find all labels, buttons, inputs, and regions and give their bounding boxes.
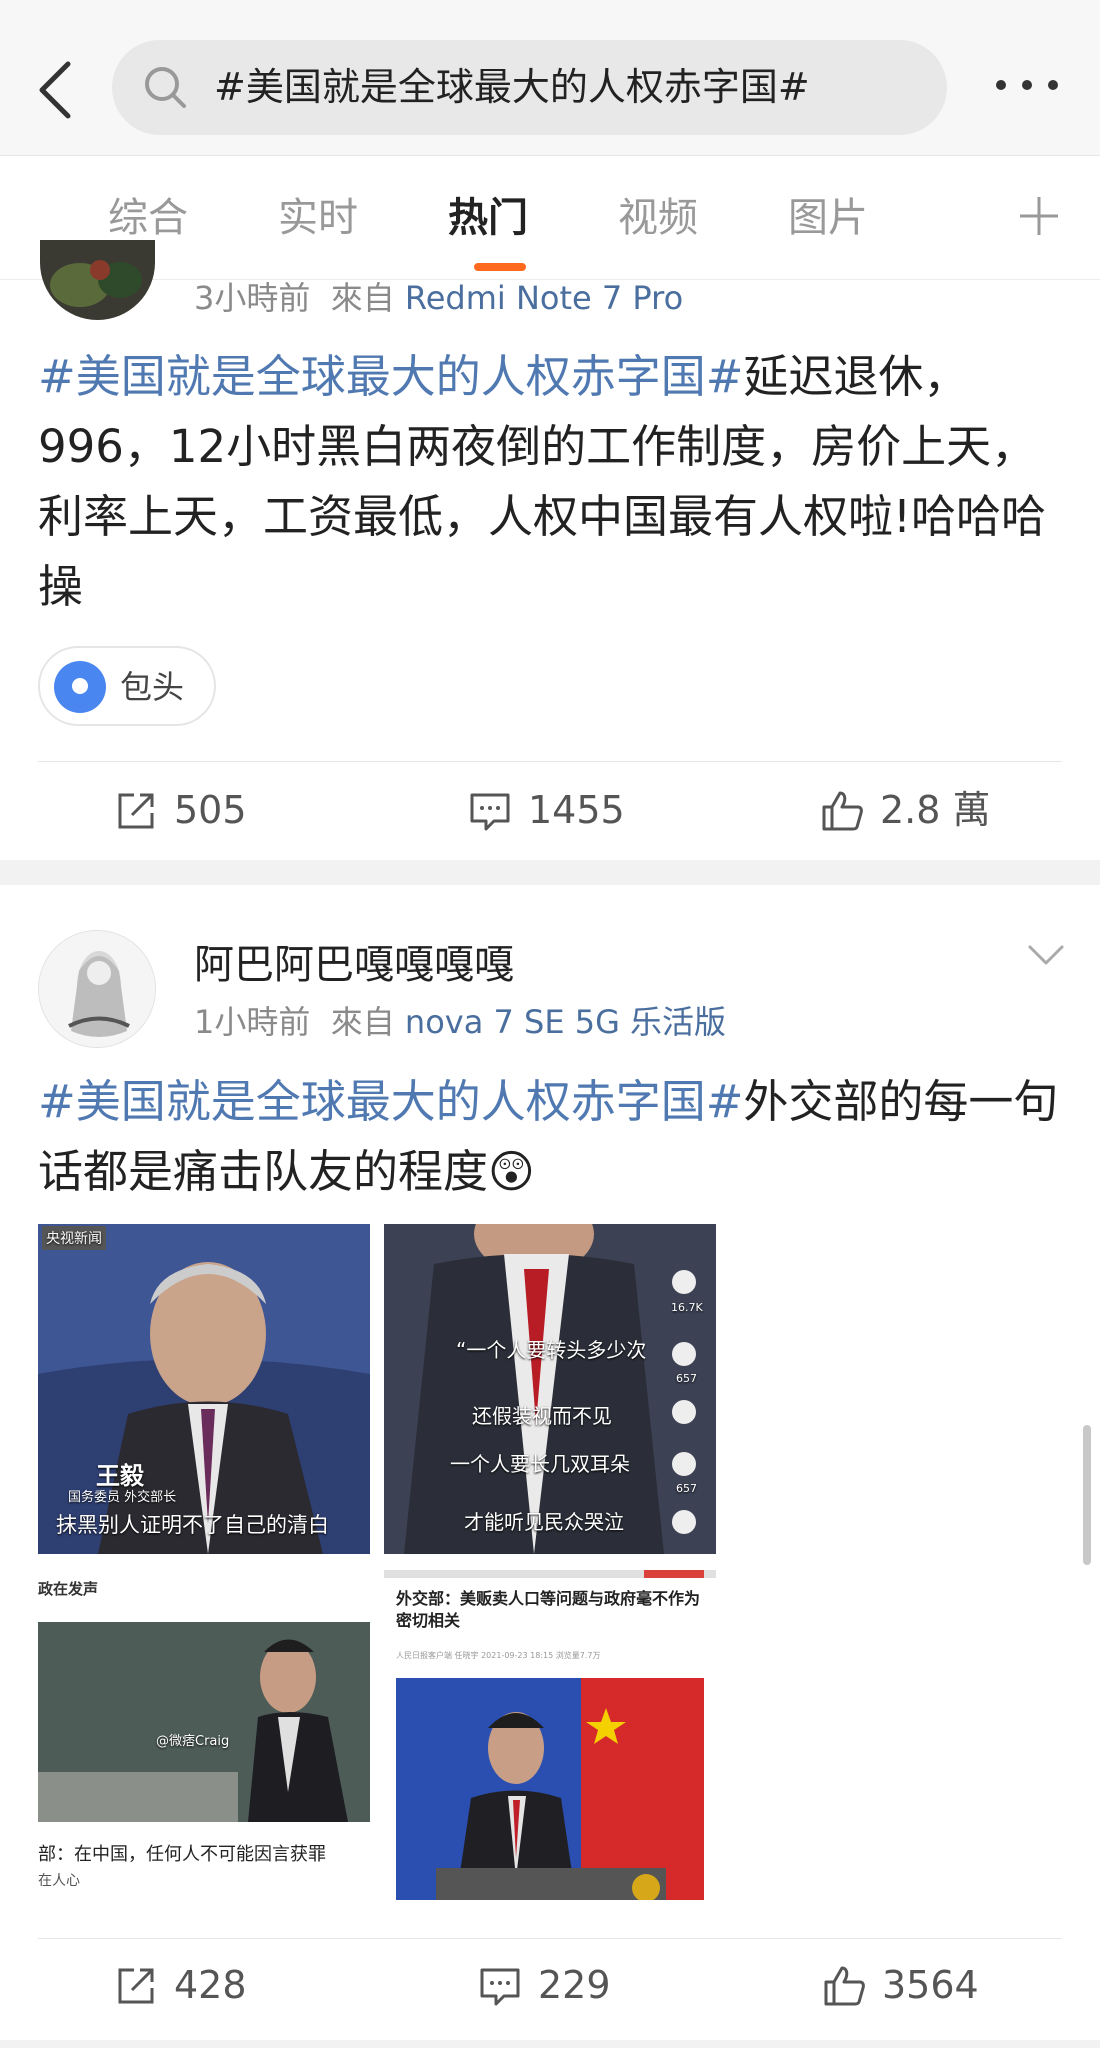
- post-card: 阿巴阿巴嘎嘎嘎嘎 1小時前 來自 nova 7 SE 5G 乐活版 #美国就是全…: [0, 885, 1100, 2040]
- watermark-text: @微痞Craig: [156, 1734, 230, 1749]
- post-image-2[interactable]: 16.7K 657 657 “一个人要转头多少次 还假装视而不见 一个人要长几双…: [384, 1224, 716, 1554]
- post-image-4[interactable]: 外交部：美贩卖人口等问题与政府毫不作为密切相关 人民日报客户端 任晓宇 2021…: [384, 1570, 716, 1900]
- repost-count: 505: [174, 788, 247, 832]
- image-top-text: 政在发声: [38, 1580, 99, 1598]
- lyric-line-2: 还假装视而不见: [472, 1404, 612, 1428]
- like-count-overlay: 16.7K: [671, 1301, 703, 1314]
- avatar[interactable]: [40, 240, 155, 320]
- plus-icon[interactable]: [1018, 195, 1060, 237]
- comment-count: 229: [538, 1963, 611, 2007]
- top-bar: #美国就是全球最大的人权赤字国#: [0, 0, 1100, 155]
- more-icon[interactable]: [992, 70, 1062, 110]
- back-arrow-icon[interactable]: [34, 58, 74, 122]
- tab-pictures[interactable]: 图片: [788, 191, 868, 246]
- active-tab-indicator: [474, 263, 526, 271]
- post-text: #美国就是全球最大的人权赤字国#延迟退休，996，12小时黑白两夜倒的工作制度，…: [38, 342, 1068, 622]
- search-icon: [145, 67, 186, 108]
- avatar[interactable]: [38, 930, 156, 1048]
- post-meta: 3小時前 來自 Redmi Note 7 Pro: [194, 278, 683, 318]
- comment-count-overlay: 657: [676, 1482, 697, 1495]
- tab-hot[interactable]: 热门: [448, 191, 528, 246]
- tab-video[interactable]: 视频: [618, 191, 698, 246]
- tab-comprehensive[interactable]: 综合: [108, 191, 188, 246]
- scrollbar[interactable]: [1083, 1425, 1091, 1565]
- like-icon: [822, 791, 863, 831]
- post-source[interactable]: Redmi Note 7 Pro: [405, 279, 683, 317]
- repost-button[interactable]: 428: [114, 1960, 314, 2010]
- post-image-1[interactable]: 央视新闻 王毅 国务委员 外交部长 抹黑别人证明不了自己的清白: [38, 1224, 370, 1554]
- search-query: #美国就是全球最大的人权赤字国#: [214, 65, 810, 109]
- like-icon: [824, 1966, 865, 2006]
- image-subcaption: 在人心: [38, 1873, 80, 1889]
- news-headline: 外交部：美贩卖人口等问题与政府毫不作为密切相关: [396, 1589, 701, 1630]
- cctv-logo: 央视新闻: [42, 1226, 106, 1250]
- repost-icon: [118, 793, 154, 829]
- search-input[interactable]: #美国就是全球最大的人权赤字国#: [112, 40, 947, 135]
- news-meta: 人民日报客户端 任晓宇 2021-09-23 18:15 浏览量7.7万: [396, 1651, 601, 1660]
- like-count: 3564: [882, 1963, 979, 2007]
- post-time: 1小時前: [194, 1003, 311, 1041]
- hashtag-link[interactable]: #美国就是全球最大的人权赤字国#: [38, 1075, 743, 1128]
- caption-text: 抹黑别人证明不了自己的清白: [56, 1513, 329, 1537]
- comment-button[interactable]: 1455: [468, 785, 668, 835]
- filter-tabs: 综合 实时 热门 视频 图片: [0, 155, 1100, 280]
- divider: [38, 761, 1062, 762]
- post-card: 3小時前 來自 Redmi Note 7 Pro #美国就是全球最大的人权赤字国…: [0, 240, 1100, 860]
- comment-icon: [480, 1968, 520, 2006]
- comment-button[interactable]: 229: [478, 1960, 678, 2010]
- chevron-down-icon[interactable]: [1026, 941, 1066, 971]
- surprised-emoji: 😲: [488, 1145, 535, 1198]
- repost-button[interactable]: 505: [114, 785, 314, 835]
- post-image-3[interactable]: 政在发声 @微痞Craig 部：在中国，任何人不可能因言获罪 在人心: [38, 1570, 370, 1900]
- like-button[interactable]: 3564: [822, 1960, 1022, 2010]
- post-source[interactable]: nova 7 SE 5G 乐活版: [405, 1003, 726, 1041]
- comment-count: 1455: [528, 788, 625, 832]
- location-pin-icon: [54, 661, 106, 713]
- repost-count: 428: [174, 1963, 247, 2007]
- from-label: 來自: [330, 279, 395, 317]
- caption-title: 国务委员 外交部长: [68, 1490, 177, 1505]
- red-badge: [644, 1570, 704, 1578]
- lyric-line-3: 一个人要长几双耳朵: [450, 1452, 630, 1476]
- location-label: 包头: [120, 668, 185, 706]
- comment-count-overlay: 657: [676, 1372, 697, 1385]
- divider: [38, 1938, 1062, 1939]
- image-caption: 部：在中国，任何人不可能因言获罪: [38, 1844, 326, 1865]
- post-meta: 1小時前 來自 nova 7 SE 5G 乐活版: [194, 1002, 726, 1042]
- location-chip[interactable]: 包头: [38, 646, 216, 726]
- tab-realtime[interactable]: 实时: [278, 191, 358, 246]
- lyric-line-1: “一个人要转头多少次: [456, 1338, 647, 1362]
- hashtag-link[interactable]: #美国就是全球最大的人权赤字国#: [38, 350, 743, 403]
- like-count: 2.8 萬: [880, 788, 991, 832]
- comment-icon: [470, 793, 510, 831]
- like-button[interactable]: 2.8 萬: [820, 785, 1020, 835]
- lyric-line-4: 才能听见民众哭泣: [464, 1510, 624, 1534]
- from-label: 來自: [330, 1003, 395, 1041]
- author-name[interactable]: 阿巴阿巴嘎嘎嘎嘎: [194, 940, 514, 990]
- repost-icon: [118, 1968, 154, 2004]
- post-text: #美国就是全球最大的人权赤字国#外交部的每一句话都是痛击队友的程度😲: [38, 1067, 1068, 1207]
- post-time: 3小時前: [194, 279, 311, 317]
